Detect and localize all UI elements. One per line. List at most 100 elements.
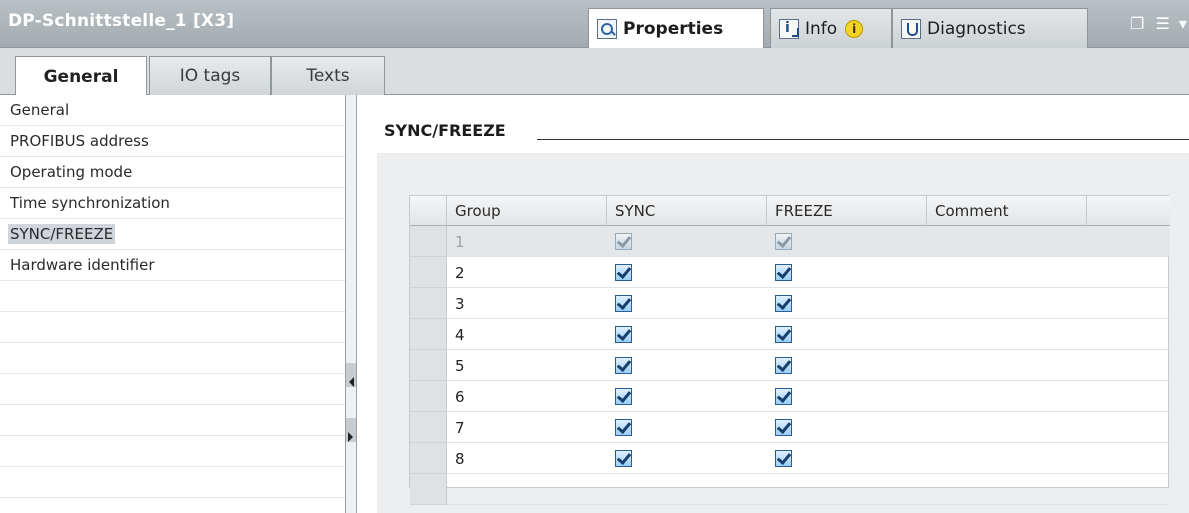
restore-icon[interactable]: ❐ — [1130, 14, 1144, 33]
sync-checkbox[interactable] — [615, 326, 632, 343]
table-row[interactable]: 6 — [410, 381, 1170, 412]
comment-cell[interactable] — [927, 412, 1087, 443]
freeze-checkbox[interactable] — [775, 357, 792, 374]
sync-cell — [607, 412, 767, 443]
row-header[interactable] — [410, 319, 447, 350]
table-row-empty[interactable] — [410, 474, 1170, 505]
freeze-checkbox[interactable] — [775, 450, 792, 467]
tab-info-label: Info — [805, 18, 838, 39]
group-cell[interactable]: 7 — [447, 412, 607, 443]
sync-checkbox[interactable] — [615, 419, 632, 436]
column-header-label: SYNC — [615, 201, 656, 220]
sidebar-item-label: PROFIBUS address — [10, 132, 149, 150]
section-divider — [537, 139, 1189, 140]
properties-icon — [597, 18, 617, 39]
row-header[interactable] — [410, 257, 447, 288]
table-row[interactable]: 1 — [410, 226, 1170, 257]
row-header[interactable] — [410, 443, 447, 474]
comment-cell[interactable] — [927, 350, 1087, 381]
comment-cell[interactable] — [927, 319, 1087, 350]
tab-diagnostics-label: Diagnostics — [927, 18, 1026, 39]
freeze-checkbox — [775, 233, 792, 250]
freeze-cell — [767, 288, 927, 319]
comment-cell[interactable] — [927, 381, 1087, 412]
sync-checkbox[interactable] — [615, 295, 632, 312]
column-header-label: FREEZE — [775, 201, 833, 220]
sync-cell — [607, 381, 767, 412]
sidebar-item-sync-freeze[interactable]: SYNC/FREEZE — [0, 219, 345, 250]
tab-info[interactable]: Info i — [770, 8, 892, 48]
column-header-label: Group — [455, 201, 501, 220]
row-header[interactable] — [410, 350, 447, 381]
sidebar-item-label: SYNC/FREEZE — [8, 224, 116, 244]
freeze-checkbox[interactable] — [775, 388, 792, 405]
sidebar-nav: General PROFIBUS address Operating mode … — [0, 95, 345, 513]
freeze-checkbox[interactable] — [775, 419, 792, 436]
row-header[interactable] — [410, 381, 447, 412]
dropdown-arrow-icon[interactable]: ▾ — [1179, 14, 1187, 33]
sync-cell — [607, 350, 767, 381]
group-cell[interactable]: 8 — [447, 443, 607, 474]
group-cell[interactable]: 6 — [447, 381, 607, 412]
freeze-checkbox[interactable] — [775, 295, 792, 312]
warning-icon: i — [845, 19, 864, 38]
sync-checkbox[interactable] — [615, 357, 632, 374]
freeze-cell — [767, 319, 927, 350]
comment-cell[interactable] — [927, 288, 1087, 319]
info-icon — [779, 18, 799, 39]
row-header[interactable] — [410, 412, 447, 443]
group-cell[interactable]: 4 — [447, 319, 607, 350]
subtab-io-tags-label: IO tags — [179, 66, 241, 86]
group-cell[interactable]: 2 — [447, 257, 607, 288]
sync-checkbox[interactable] — [615, 450, 632, 467]
window-title: DP-Schnittstelle_1 [X3] — [8, 11, 235, 31]
panel-splitter[interactable] — [345, 95, 357, 513]
comment-cell[interactable] — [927, 226, 1087, 257]
sync-checkbox[interactable] — [615, 388, 632, 405]
subtab-general[interactable]: General — [15, 56, 147, 96]
row-header[interactable] — [410, 226, 447, 257]
diagnostics-icon — [901, 18, 921, 39]
table-row[interactable]: 5 — [410, 350, 1170, 381]
menu-icon[interactable]: ☰ — [1155, 14, 1169, 33]
table-row[interactable]: 4 — [410, 319, 1170, 350]
table-row[interactable]: 7 — [410, 412, 1170, 443]
expand-right-icon[interactable] — [348, 432, 354, 442]
tab-properties-label: Properties — [623, 18, 724, 39]
subtab-io-tags[interactable]: IO tags — [149, 56, 271, 95]
sync-checkbox[interactable] — [615, 264, 632, 281]
collapse-left-icon[interactable] — [348, 377, 354, 387]
sync-cell — [607, 257, 767, 288]
column-header-comment[interactable]: Comment — [927, 196, 1087, 226]
freeze-checkbox[interactable] — [775, 326, 792, 343]
sidebar-item-label: Operating mode — [10, 163, 133, 181]
freeze-checkbox[interactable] — [775, 264, 792, 281]
row-header[interactable] — [410, 288, 447, 319]
column-header-label: Comment — [935, 201, 1009, 220]
subtab-bar: General IO tags Texts — [0, 48, 1189, 96]
group-cell[interactable]: 5 — [447, 350, 607, 381]
sync-checkbox — [615, 233, 632, 250]
column-header-group[interactable]: Group — [447, 196, 607, 226]
sidebar-item-hardware-identifier[interactable]: Hardware identifier — [0, 250, 345, 281]
sidebar-item-operating-mode[interactable]: Operating mode — [0, 157, 345, 188]
sidebar-item-time-synchronization[interactable]: Time synchronization — [0, 188, 345, 219]
subtab-texts[interactable]: Texts — [271, 56, 385, 95]
sidebar-item-label: General — [10, 101, 70, 119]
sidebar-empty-row — [0, 467, 345, 498]
table-row[interactable]: 3 — [410, 288, 1170, 319]
tab-diagnostics[interactable]: Diagnostics — [892, 8, 1088, 48]
sidebar-item-profibus-address[interactable]: PROFIBUS address — [0, 126, 345, 157]
tab-properties[interactable]: Properties — [588, 8, 764, 48]
column-header-freeze[interactable]: FREEZE — [767, 196, 927, 226]
freeze-cell — [767, 226, 927, 257]
sidebar-item-general[interactable]: General — [0, 95, 345, 126]
column-header-sync[interactable]: SYNC — [607, 196, 767, 226]
table-row[interactable]: 2 — [410, 257, 1170, 288]
group-cell[interactable]: 3 — [447, 288, 607, 319]
row-header[interactable] — [410, 474, 447, 505]
table-row[interactable]: 8 — [410, 443, 1170, 474]
comment-cell[interactable] — [927, 443, 1087, 474]
sidebar-empty-row — [0, 436, 345, 467]
comment-cell[interactable] — [927, 257, 1087, 288]
